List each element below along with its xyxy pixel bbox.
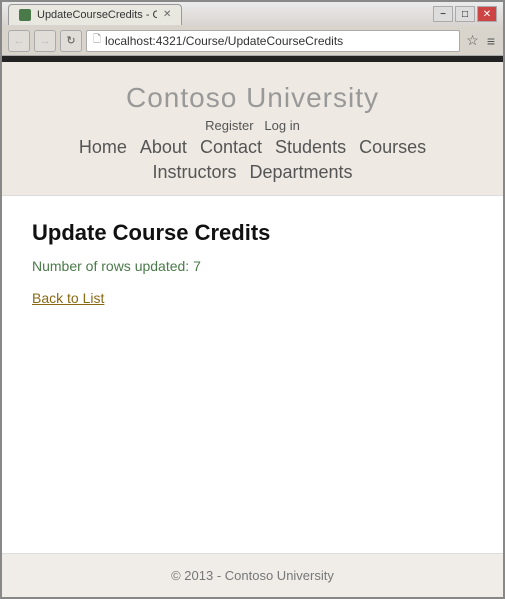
menu-icon[interactable]: ≡ xyxy=(485,31,497,51)
bookmark-icon[interactable]: ☆ xyxy=(464,30,481,51)
forward-button[interactable]: → xyxy=(34,30,56,52)
nav-courses[interactable]: Courses xyxy=(359,137,426,157)
tab-close-icon[interactable]: ✕ xyxy=(163,9,171,20)
nav-row-2: Instructors Departments xyxy=(2,162,503,183)
refresh-button[interactable]: ↻ xyxy=(60,30,82,52)
page-content: Contoso University Register Log in Home … xyxy=(2,62,503,597)
nav-instructors[interactable]: Instructors xyxy=(152,162,236,182)
window-controls: − □ ✕ xyxy=(433,6,497,22)
rows-updated-text: Number of rows updated: 7 xyxy=(32,258,473,274)
nav-contact[interactable]: Contact xyxy=(200,137,262,157)
register-link[interactable]: Register xyxy=(205,118,253,133)
tab-favicon xyxy=(19,9,31,21)
close-button[interactable]: ✕ xyxy=(477,6,497,22)
tab-title: UpdateCourseCredits - Co xyxy=(37,9,157,21)
site-title: Contoso University xyxy=(2,82,503,114)
main-content: Update Course Credits Number of rows upd… xyxy=(2,196,503,553)
title-bar: UpdateCourseCredits - Co ✕ − □ ✕ xyxy=(2,2,503,26)
address-box[interactable]: 🗋 localhost:4321/Course/UpdateCourseCred… xyxy=(86,30,460,52)
auth-links: Register Log in xyxy=(2,118,503,133)
nav-departments[interactable]: Departments xyxy=(250,162,353,182)
browser-tab[interactable]: UpdateCourseCredits - Co ✕ xyxy=(8,4,182,25)
footer-text: © 2013 - Contoso University xyxy=(171,568,334,583)
browser-window: UpdateCourseCredits - Co ✕ − □ ✕ ← → ↻ 🗋… xyxy=(0,0,505,599)
page-title: Update Course Credits xyxy=(32,220,473,246)
nav-about[interactable]: About xyxy=(140,137,187,157)
url-text: localhost:4321/Course/UpdateCourseCredit… xyxy=(105,34,343,48)
site-header: Contoso University Register Log in Home … xyxy=(2,62,503,196)
maximize-button[interactable]: □ xyxy=(455,6,475,22)
minimize-button[interactable]: − xyxy=(433,6,453,22)
nav-row-1: Home About Contact Students Courses xyxy=(2,137,503,158)
back-button[interactable]: ← xyxy=(8,30,30,52)
back-to-list-link[interactable]: Back to List xyxy=(32,290,104,306)
nav-home[interactable]: Home xyxy=(79,137,127,157)
page-icon: 🗋 xyxy=(93,32,101,49)
login-link[interactable]: Log in xyxy=(264,118,299,133)
address-bar-row: ← → ↻ 🗋 localhost:4321/Course/UpdateCour… xyxy=(2,26,503,56)
site-footer: © 2013 - Contoso University xyxy=(2,553,503,597)
nav-students[interactable]: Students xyxy=(275,137,346,157)
